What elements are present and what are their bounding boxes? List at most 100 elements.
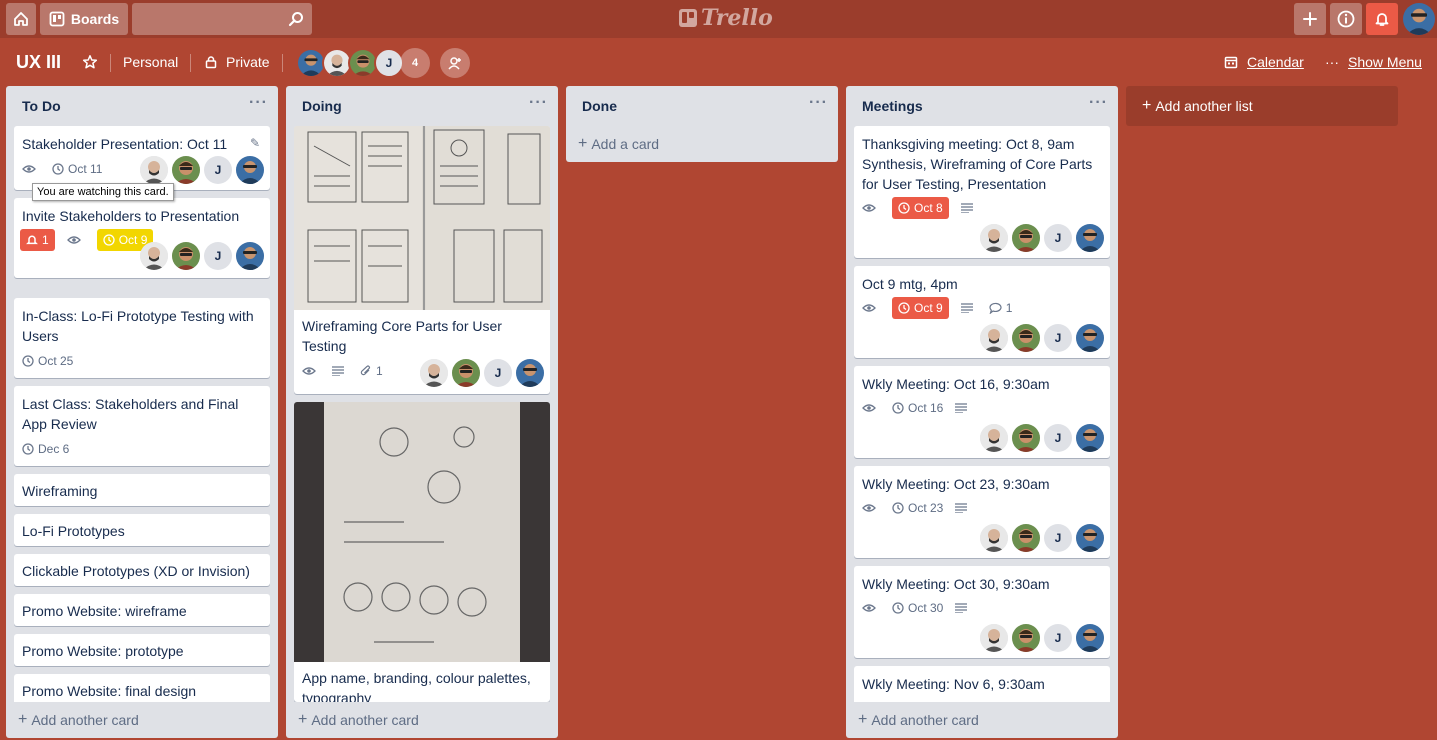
boards-button[interactable]: Boards [40, 3, 128, 35]
create-button[interactable] [1294, 3, 1326, 35]
add-card-button[interactable]: + Add a card [574, 126, 830, 162]
due-date-text: Oct 30 [908, 601, 944, 615]
member-avatar[interactable] [1076, 524, 1104, 552]
calendar-label: Calendar [1247, 54, 1304, 70]
card-badges: Oct 16 [862, 396, 983, 420]
due-date-badge: Oct 8 [892, 197, 949, 219]
list-menu-icon[interactable]: ··· [249, 94, 268, 112]
card[interactable]: Last Class: Stakeholders and Final App R… [14, 386, 270, 466]
add-card-button[interactable]: + Add another card [294, 702, 550, 738]
list-title: Done [582, 98, 617, 114]
card-title: Promo Website: final design [22, 683, 197, 699]
add-card-button[interactable]: + Add another card [14, 702, 270, 738]
member-avatar[interactable] [236, 242, 264, 270]
member-avatar-initial[interactable]: J [1044, 524, 1072, 552]
card[interactable]: Oct 9 mtg, 4pm Oct 9 1 J [854, 266, 1110, 358]
member-avatar[interactable] [1012, 224, 1040, 252]
trello-logo-text: Trello [701, 5, 773, 31]
card[interactable]: Clickable Prototypes (XD or Invision) [14, 554, 270, 586]
member-avatar[interactable] [452, 359, 480, 387]
team-button[interactable]: Personal [123, 38, 178, 86]
card[interactable]: Invite Stakeholders to Presentation 1 Oc… [14, 198, 270, 278]
card[interactable]: Wkly Meeting: Nov 6, 9:30am [854, 666, 1110, 702]
card[interactable]: Wkly Meeting: Oct 23, 9:30am Oct 23 J [854, 466, 1110, 558]
card[interactable]: Lo-Fi Prototypes [14, 514, 270, 546]
card[interactable]: Promo Website: wireframe [14, 594, 270, 626]
card[interactable]: Thanksgiving meeting: Oct 8, 9am Synthes… [854, 126, 1110, 258]
member-avatar[interactable] [1012, 424, 1040, 452]
member-avatar[interactable] [1076, 424, 1104, 452]
invite-member-button[interactable] [440, 48, 470, 78]
visibility-label: Private [226, 54, 270, 70]
comment-icon [989, 302, 1002, 314]
member-avatar[interactable] [980, 524, 1008, 552]
calendar-link[interactable]: Calendar [1224, 38, 1304, 86]
card[interactable]: Wkly Meeting: Oct 30, 9:30am Oct 30 J [854, 566, 1110, 658]
member-avatar[interactable] [172, 242, 200, 270]
description-badge [955, 503, 971, 513]
add-person-icon [448, 57, 461, 70]
card[interactable]: Promo Website: final design [14, 674, 270, 702]
list-header[interactable]: To Do ··· [6, 86, 278, 126]
description-badge [960, 203, 977, 213]
member-avatar-initial[interactable]: J [204, 156, 232, 184]
info-button[interactable] [1330, 3, 1362, 35]
card-cover-image [294, 402, 550, 662]
member-avatar[interactable] [236, 156, 264, 184]
member-avatar-initial[interactable]: J [204, 242, 232, 270]
show-menu-label: Show Menu [1348, 54, 1422, 70]
card[interactable]: Promo Website: prototype [14, 634, 270, 666]
list-header[interactable]: Done ··· [566, 86, 838, 126]
visibility-button[interactable]: Private [204, 38, 270, 86]
trello-logo[interactable]: Trello [679, 5, 773, 31]
user-avatar[interactable] [1403, 3, 1435, 35]
list-header[interactable]: Meetings ··· [846, 86, 1118, 126]
add-list-button[interactable]: + Add another list [1126, 86, 1398, 126]
member-avatar[interactable] [1012, 624, 1040, 652]
card[interactable]: Wireframing [14, 474, 270, 506]
member-avatar-initial[interactable]: J [484, 359, 512, 387]
member-count-badge[interactable]: 4 [400, 48, 430, 78]
member-avatar[interactable] [980, 324, 1008, 352]
pencil-icon[interactable]: ✎ [250, 136, 260, 150]
member-avatar[interactable] [420, 359, 448, 387]
list-menu-icon[interactable]: ··· [809, 94, 828, 112]
add-card-label: Add another card [31, 712, 139, 728]
list-menu-icon[interactable]: ··· [1089, 94, 1108, 112]
due-date-badge: Oct 16 [892, 401, 943, 415]
search-input[interactable] [132, 3, 312, 35]
home-button[interactable] [6, 3, 36, 35]
member-avatar-initial[interactable]: J [1044, 324, 1072, 352]
card-title: Promo Website: wireframe [22, 603, 187, 619]
member-avatar[interactable] [1012, 324, 1040, 352]
member-avatar[interactable] [980, 224, 1008, 252]
board-title[interactable]: UX III [16, 38, 61, 86]
member-avatar[interactable] [516, 359, 544, 387]
member-avatar-initial[interactable]: J [1044, 424, 1072, 452]
member-avatar[interactable] [980, 624, 1008, 652]
header-divider [110, 54, 111, 72]
card[interactable]: App name, branding, colour palettes, typ… [294, 402, 550, 702]
member-avatar[interactable] [1076, 624, 1104, 652]
card[interactable]: Wkly Meeting: Oct 16, 9:30am Oct 16 J [854, 366, 1110, 458]
member-avatar[interactable] [140, 156, 168, 184]
member-avatar[interactable] [980, 424, 1008, 452]
trello-logo-icon [679, 9, 697, 27]
card[interactable]: Stakeholder Presentation: Oct 11 ✎ Oct 1… [14, 126, 270, 190]
member-avatar-initial[interactable]: J [1044, 624, 1072, 652]
show-menu-link[interactable]: ··· Show Menu [1325, 38, 1422, 86]
list-header[interactable]: Doing ··· [286, 86, 558, 126]
add-card-label: Add another card [871, 712, 979, 728]
member-avatar-initial[interactable]: J [1044, 224, 1072, 252]
member-avatar[interactable] [172, 156, 200, 184]
star-board-button[interactable] [82, 38, 98, 86]
card[interactable]: In-Class: Lo-Fi Prototype Testing with U… [14, 298, 270, 378]
notifications-button[interactable] [1366, 3, 1398, 35]
member-avatar[interactable] [140, 242, 168, 270]
add-card-button[interactable]: + Add another card [854, 702, 1110, 738]
member-avatar[interactable] [1076, 324, 1104, 352]
member-avatar[interactable] [1076, 224, 1104, 252]
member-avatar[interactable] [1012, 524, 1040, 552]
card[interactable]: Wireframing Core Parts for User Testing … [294, 126, 550, 394]
list-menu-icon[interactable]: ··· [529, 94, 548, 112]
